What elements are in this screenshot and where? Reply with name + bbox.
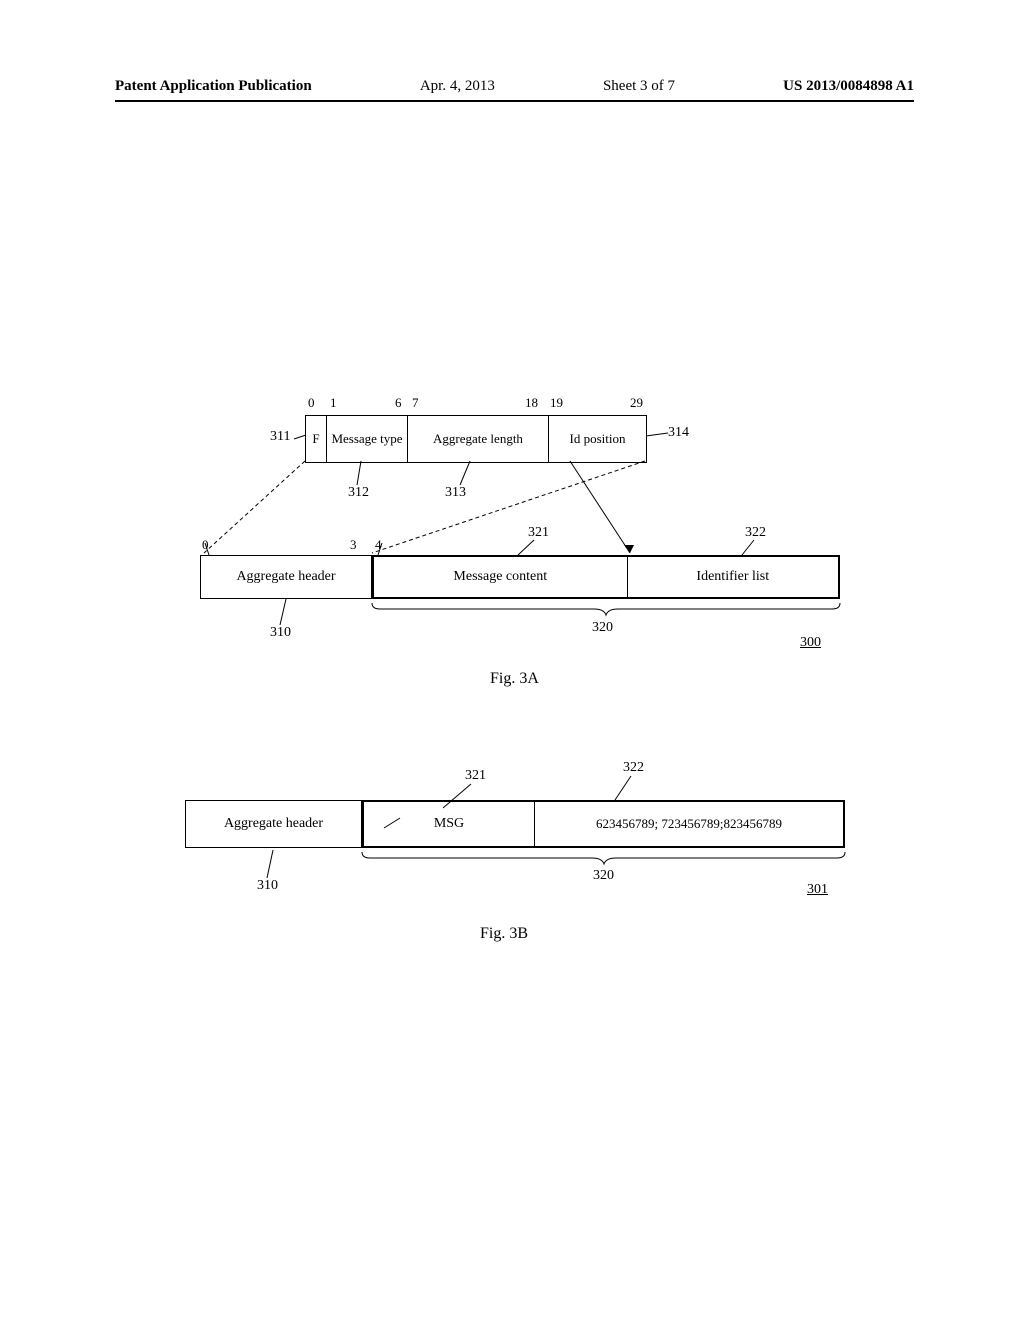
ref-314: 314 [668, 425, 689, 441]
ref-320: 320 [592, 620, 613, 636]
msg-label: MSG [434, 816, 464, 832]
page-header: Patent Application Publication Apr. 4, 2… [115, 78, 914, 95]
bit-1: 1 [330, 395, 337, 411]
header-rule [115, 100, 914, 102]
identifier-list-cell: Identifier list [628, 557, 838, 597]
aggregate-header-cell-b: Aggregate header [185, 800, 362, 848]
msg-cell: MSG [364, 802, 535, 846]
publication-label: Patent Application Publication [115, 78, 312, 95]
leader-310b [267, 850, 279, 880]
ref-301: 301 [807, 882, 828, 898]
field-aggregate-length: Aggregate length [408, 416, 549, 462]
bit-19: 19 [550, 395, 563, 411]
leader-321 [518, 540, 536, 558]
bit-18: 18 [525, 395, 538, 411]
ref-321: 321 [528, 525, 549, 541]
ref-311: 311 [270, 429, 290, 445]
bit-29: 29 [630, 395, 643, 411]
figure-3a: 0 1 6 7 18 19 29 F Message type Aggregat… [200, 395, 840, 675]
aggregate-row-b: Aggregate header MSG 623456789; 72345678… [185, 800, 845, 848]
aggregate-body: Message content Identifier list [372, 555, 840, 599]
message-content-cell: Message content [374, 557, 628, 597]
ref-322-b: 322 [623, 760, 644, 776]
leader-322 [742, 540, 760, 558]
figure-3b: 321 322 Aggregate header MSG 623456789; … [185, 760, 845, 900]
leader-322b [615, 776, 635, 802]
caption-3b: Fig. 3B [480, 925, 528, 943]
caption-3a: Fig. 3A [490, 670, 539, 688]
publication-number: US 2013/0084898 A1 [783, 78, 914, 95]
brace-320 [372, 601, 840, 617]
bodybit-3: 3 [350, 537, 357, 553]
aggregate-header-fields: F Message type Aggregate length Id posit… [305, 415, 647, 463]
publication-date: Apr. 4, 2013 [420, 78, 495, 95]
field-f: F [306, 416, 327, 462]
leader-314 [646, 433, 670, 439]
brace-320b [362, 850, 845, 866]
field-id-position: Id position [549, 416, 646, 462]
field-message-type: Message type [327, 416, 408, 462]
ref-321-b: 321 [465, 768, 486, 784]
leader-msg-inner [384, 818, 402, 830]
bit-6: 6 [395, 395, 402, 411]
ids-cell: 623456789; 723456789;823456789 [535, 802, 843, 846]
leader-311 [294, 435, 308, 443]
ref-320-b: 320 [593, 868, 614, 884]
bit-0: 0 [308, 395, 315, 411]
sheet-number: Sheet 3 of 7 [603, 78, 675, 95]
bit-7: 7 [412, 395, 419, 411]
leader-310 [280, 599, 292, 627]
aggregate-row: Aggregate header Message content Identif… [200, 555, 840, 599]
aggregate-body-b: MSG 623456789; 723456789;823456789 [362, 800, 845, 848]
ref-300: 300 [800, 635, 821, 651]
ref-310: 310 [270, 625, 291, 641]
ref-310-b: 310 [257, 878, 278, 894]
aggregate-header-cell: Aggregate header [200, 555, 372, 599]
ref-322: 322 [745, 525, 766, 541]
